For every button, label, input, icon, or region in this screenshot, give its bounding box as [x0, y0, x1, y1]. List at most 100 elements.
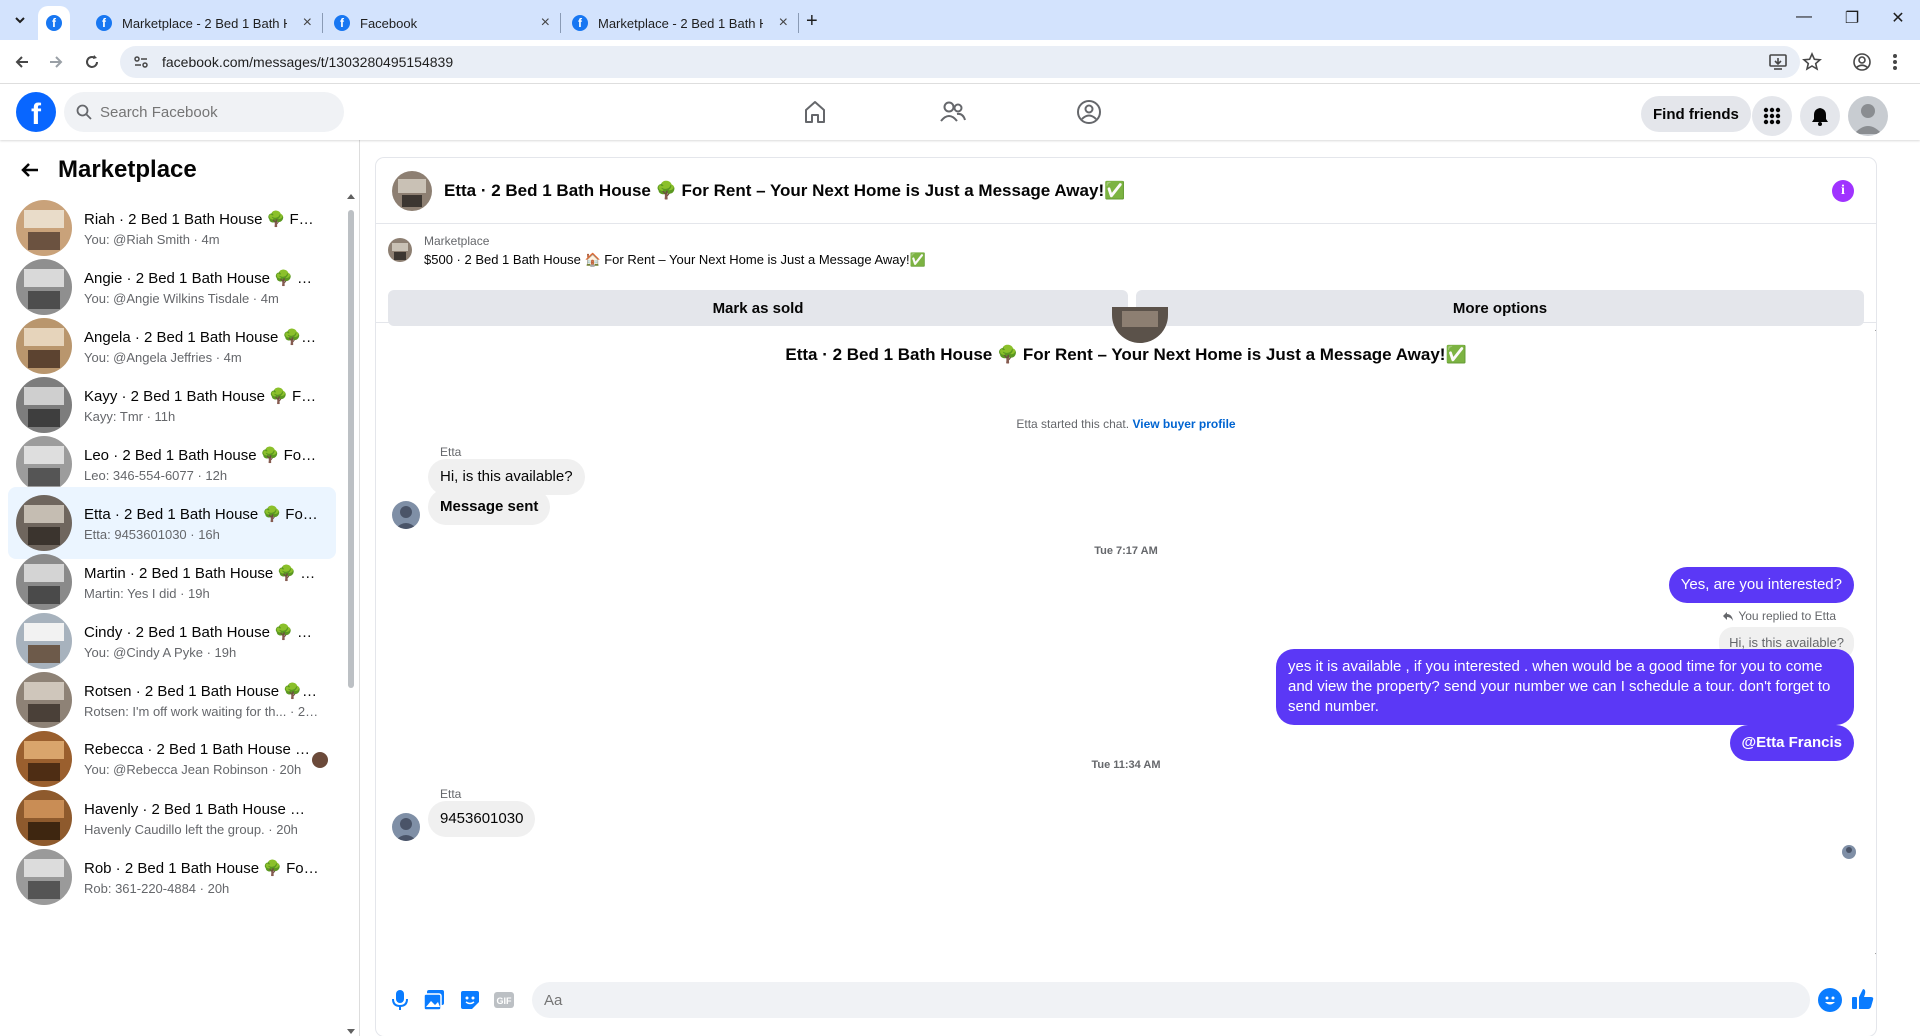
forward-icon[interactable]	[46, 52, 66, 72]
profile-icon[interactable]	[1852, 52, 1872, 72]
menu-icon[interactable]	[1892, 52, 1898, 72]
conversation-title: Angela · 2 Bed 1 Bath House 🌳 For Rent –…	[84, 328, 319, 346]
listing-avatar[interactable]	[392, 170, 432, 211]
reply-label: You replied to Etta	[1738, 609, 1836, 623]
find-friends-button[interactable]: Find friends	[1641, 96, 1751, 132]
listing-category: Marketplace	[424, 234, 490, 248]
conversation-thumbnail	[16, 790, 72, 846]
conversation-text: Leo · 2 Bed 1 Bath House 🌳 For Rent – Yo…	[84, 446, 319, 483]
tab-divider	[560, 13, 561, 33]
tab-divider	[322, 13, 323, 33]
reply-indicator: You replied to Etta	[1722, 609, 1836, 623]
chat-started-note: Etta started this chat. View buyer profi…	[376, 417, 1876, 431]
like-icon[interactable]	[1850, 986, 1876, 1012]
restore-button[interactable]: ❐	[1832, 8, 1872, 28]
listing-bar: Marketplace $500 · 2 Bed 1 Bath House 🏠 …	[376, 224, 1876, 326]
minimize-button[interactable]: —	[1784, 8, 1824, 26]
conversation-thumbnail	[16, 495, 72, 551]
conversation-preview: You: @Riah Smith · 4m	[84, 231, 220, 247]
thread-avatar	[1112, 307, 1168, 343]
conversation-preview: You: @Angie Wilkins Tisdale · 4m	[84, 290, 279, 306]
page-scrollbar[interactable]	[1906, 90, 1920, 1036]
conversation-preview: Havenly Caudillo left the group. · 20h	[84, 821, 298, 837]
photo-icon[interactable]	[422, 988, 446, 1012]
star-icon[interactable]	[1802, 52, 1822, 72]
browser-tab[interactable]: f Marketplace - 2 Bed 1 Bath Hou ×	[86, 6, 322, 40]
sidebar-header: Marketplace	[20, 156, 197, 184]
conversation-preview: Rotsen: I'm off work waiting for th... ·…	[84, 703, 319, 719]
reload-icon[interactable]	[82, 52, 102, 72]
groups-icon[interactable]	[1034, 84, 1144, 140]
scrollbar-thumb[interactable]	[348, 210, 354, 688]
conversation-text: Angie · 2 Bed 1 Bath House 🌳 For Rent – …	[84, 269, 319, 306]
mark-as-sold-button[interactable]: Mark as sold	[388, 290, 1128, 326]
listing-name[interactable]: $500 · 2 Bed 1 Bath House 🏠 For Rent – Y…	[424, 252, 926, 268]
site-settings-icon[interactable]	[132, 53, 150, 71]
conversation-thumbnail	[16, 259, 72, 315]
browser-tab-active[interactable]: f	[38, 6, 70, 40]
listing-thumbnail[interactable]	[388, 238, 412, 262]
search-input[interactable]	[100, 103, 320, 121]
search-icon	[76, 104, 92, 120]
emoji-icon[interactable]	[1818, 988, 1842, 1012]
conversation-title: Angie · 2 Bed 1 Bath House 🌳 For Rent – …	[84, 269, 319, 287]
back-icon[interactable]	[12, 52, 32, 72]
browser-tab[interactable]: f Facebook ×	[324, 6, 560, 40]
sender-name: Etta	[440, 787, 462, 801]
conversation-text: Rotsen · 2 Bed 1 Bath House 🌳 For Rent –…	[84, 682, 319, 719]
friends-icon[interactable]	[898, 84, 1008, 140]
url-text: facebook.com/messages/t/1303280495154839	[162, 54, 454, 70]
tab-search-icon[interactable]	[8, 8, 32, 32]
sidebar-scrollbar[interactable]	[346, 192, 356, 1036]
tab-title: Facebook	[360, 15, 418, 31]
thread-scrollbar[interactable]	[1874, 322, 1876, 962]
account-avatar[interactable]	[1848, 96, 1888, 136]
conversation-thumbnail	[16, 672, 72, 728]
outgoing-mention-message[interactable]: @Etta Francis	[1729, 725, 1854, 761]
conversation-title: Havenly · 2 Bed 1 Bath House 🌳 For Rent …	[84, 800, 319, 818]
browser-tab[interactable]: f Marketplace - 2 Bed 1 Bath Hou ×	[562, 6, 798, 40]
chat-panel: Etta · 2 Bed 1 Bath House 🌳 For Rent – Y…	[376, 158, 1876, 1036]
new-tab-button[interactable]: +	[806, 10, 818, 33]
view-buyer-profile-link[interactable]: View buyer profile	[1132, 417, 1235, 431]
install-icon[interactable]	[1768, 52, 1788, 72]
thread-title: Etta · 2 Bed 1 Bath House 🌳 For Rent – Y…	[785, 345, 1467, 364]
outgoing-message[interactable]: yes it is available , if you interested …	[1276, 649, 1854, 725]
apps-grid-icon[interactable]	[1752, 96, 1792, 136]
message-thread: Etta · 2 Bed 1 Bath House 🌳 For Rent – Y…	[376, 307, 1876, 962]
tab-close-icon[interactable]: ×	[303, 14, 312, 32]
conversation-title: Martin · 2 Bed 1 Bath House 🌳 For Rent –…	[84, 564, 319, 582]
message-input[interactable]	[532, 982, 1810, 1018]
conversation-title: Cindy · 2 Bed 1 Bath House 🌳 For Rent – …	[84, 623, 319, 641]
conversation-thumbnail	[16, 200, 72, 256]
home-icon[interactable]	[760, 84, 870, 140]
browser-tab-strip: f f Marketplace - 2 Bed 1 Bath Hou × f F…	[0, 0, 1920, 40]
tab-close-icon[interactable]: ×	[541, 14, 550, 32]
outgoing-message[interactable]: Yes, are you interested?	[1668, 567, 1854, 603]
gif-icon[interactable]: GIF	[492, 988, 516, 1012]
search-box[interactable]	[64, 92, 344, 132]
more-options-button[interactable]: More options	[1136, 290, 1864, 326]
conversation-text: Angela · 2 Bed 1 Bath House 🌳 For Rent –…	[84, 328, 319, 365]
address-bar[interactable]: facebook.com/messages/t/1303280495154839	[120, 46, 1800, 78]
sticker-icon[interactable]	[458, 988, 482, 1012]
mic-icon[interactable]	[388, 988, 412, 1012]
info-icon[interactable]: i	[1832, 180, 1854, 202]
close-window-button[interactable]: ✕	[1878, 8, 1918, 28]
facebook-logo[interactable]: f	[16, 92, 56, 132]
conversation-text: Kayy · 2 Bed 1 Bath House 🌳 For Rent – Y…	[84, 387, 319, 424]
conversation-preview: You: @Angela Jeffries · 4m	[84, 349, 242, 365]
conversation-text: Havenly · 2 Bed 1 Bath House 🌳 For Rent …	[84, 800, 319, 837]
sender-name: Etta	[440, 445, 462, 459]
sender-avatar	[392, 501, 420, 529]
bell-icon[interactable]	[1800, 96, 1840, 136]
tab-close-icon[interactable]: ×	[779, 14, 788, 32]
chat-title[interactable]: Etta · 2 Bed 1 Bath House 🌳 For Rent – Y…	[444, 181, 1125, 201]
back-arrow-icon[interactable]	[20, 160, 40, 180]
timestamp: Tue 11:34 AM	[1091, 759, 1161, 771]
conversation-text: Rebecca · 2 Bed 1 Bath House For Rent – …	[84, 741, 319, 777]
incoming-message[interactable]: 9453601030	[428, 801, 536, 837]
incoming-message[interactable]: Message sent	[428, 489, 551, 525]
conversation-thumbnail	[16, 377, 72, 433]
conversation-item[interactable]: Rob · 2 Bed 1 Bath House 🌳 For Rent – Yo…	[8, 841, 336, 913]
